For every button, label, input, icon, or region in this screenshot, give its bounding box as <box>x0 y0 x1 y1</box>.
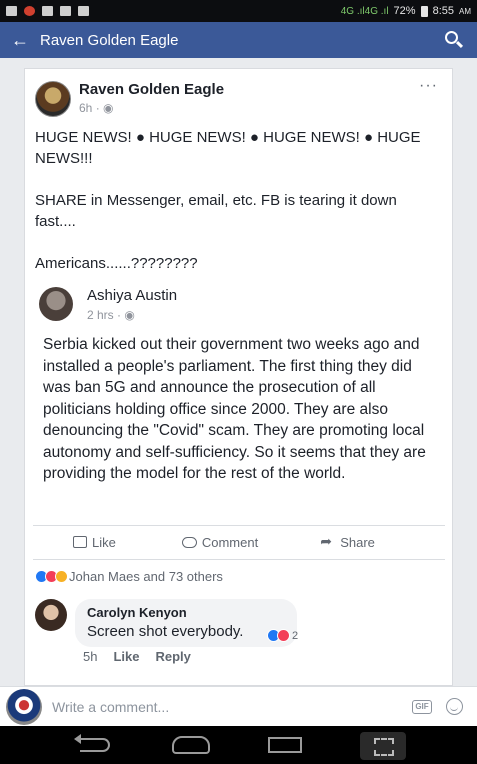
post-text-paragraph: HUGE NEWS! ● HUGE NEWS! ● HUGE NEWS! ● H… <box>35 129 421 167</box>
system-nav-bar <box>0 726 477 764</box>
battery-level: 72% <box>393 5 416 17</box>
globe-icon: ◉ <box>124 308 135 322</box>
share-label: Share <box>340 534 375 550</box>
comment-composer: Write a comment... GIF <box>0 686 477 726</box>
comment-input[interactable]: Write a comment... <box>52 699 169 715</box>
search-icon[interactable] <box>443 29 465 51</box>
shared-post-text: Serbia kicked out their government two w… <box>43 336 426 482</box>
screenshot-icon[interactable] <box>360 732 406 760</box>
notification-icon <box>42 6 53 16</box>
back-icon[interactable] <box>74 734 110 752</box>
current-user-avatar <box>6 688 42 725</box>
like-label: Like <box>92 534 116 550</box>
comment-label: Comment <box>201 534 259 550</box>
notification-icon <box>78 6 89 16</box>
app-bar-title: Raven Golden Eagle <box>40 31 179 49</box>
shared-user-name[interactable]: Ashiya Austin <box>87 287 177 304</box>
comment-like-button[interactable]: Like <box>113 649 139 664</box>
comment-reaction-count: 2 <box>292 629 299 642</box>
shared-user-avatar[interactable] <box>39 287 73 321</box>
shared-timestamp: 2 hrs · ◉ <box>87 308 135 322</box>
notification-icons <box>6 6 89 16</box>
share-arrow-icon <box>320 533 335 550</box>
like-button[interactable]: Like <box>73 535 116 550</box>
commenter-name[interactable]: Carolyn Kenyon <box>87 605 285 620</box>
notification-icon <box>6 6 17 16</box>
comment-button[interactable]: Comment <box>181 534 259 550</box>
status-bar: 4G .ıl4G .ıl 72% 8:55 AM <box>0 0 477 22</box>
post-text-paragraph: SHARE in Messenger, email, etc. FB is te… <box>35 192 397 230</box>
shared-post: Ashiya Austin 2 hrs · ◉ Serbia kicked ou… <box>39 287 439 485</box>
gif-icon[interactable]: GIF <box>412 699 432 714</box>
emoji-icon[interactable] <box>446 698 463 715</box>
reactions-text: Johan Maes and 73 others <box>69 569 223 584</box>
post-actions: Like Comment Share <box>25 527 454 557</box>
comment-item: Carolyn Kenyon Screen shot everybody. 2 … <box>35 599 298 664</box>
app-bar: ← Raven Golden Eagle <box>0 22 477 58</box>
wow-reaction-icon <box>55 570 68 583</box>
globe-icon: ◉ <box>103 101 114 115</box>
share-button[interactable]: Share <box>320 533 375 550</box>
page-name[interactable]: Raven Golden Eagle <box>79 81 224 98</box>
comment-bubble-icon <box>181 536 197 548</box>
thumbs-up-icon <box>73 536 87 548</box>
comment-meta: 5h Like Reply <box>83 649 191 664</box>
divider <box>33 525 445 526</box>
notification-icon <box>60 6 71 16</box>
post-timestamp: 6h · ◉ <box>79 101 114 115</box>
comment-text: Screen shot everybody. <box>87 623 244 640</box>
shared-time: 2 hrs <box>87 308 114 322</box>
clock-suffix: AM <box>459 6 471 16</box>
battery-icon <box>420 5 428 17</box>
comment-reply-button[interactable]: Reply <box>155 649 190 664</box>
commenter-avatar[interactable] <box>35 599 67 631</box>
comment-reactions[interactable]: 2 <box>267 629 298 642</box>
page-avatar[interactable] <box>35 81 71 117</box>
post-card: Raven Golden Eagle 6h · ◉ ··· HUGE NEWS!… <box>24 68 453 686</box>
network-indicator: 4G .ıl4G .ıl <box>340 5 389 17</box>
arrow-left-icon[interactable]: ← <box>0 30 40 51</box>
post-time: 6h <box>79 101 93 115</box>
divider <box>33 559 445 560</box>
recent-apps-icon[interactable] <box>268 737 302 753</box>
reactions-summary[interactable]: Johan Maes and 73 others <box>35 569 223 584</box>
post-text-paragraph: Americans......???????? <box>35 255 198 272</box>
comment-bubble: Carolyn Kenyon Screen shot everybody. <box>75 599 297 647</box>
comment-time: 5h <box>83 649 98 664</box>
post-header: Raven Golden Eagle 6h · ◉ <box>35 81 224 117</box>
home-icon[interactable] <box>172 736 210 754</box>
more-options-icon[interactable]: ··· <box>419 77 438 95</box>
clock: 8:55 <box>432 5 454 17</box>
love-reaction-icon <box>277 629 290 642</box>
notification-icon <box>24 6 35 16</box>
